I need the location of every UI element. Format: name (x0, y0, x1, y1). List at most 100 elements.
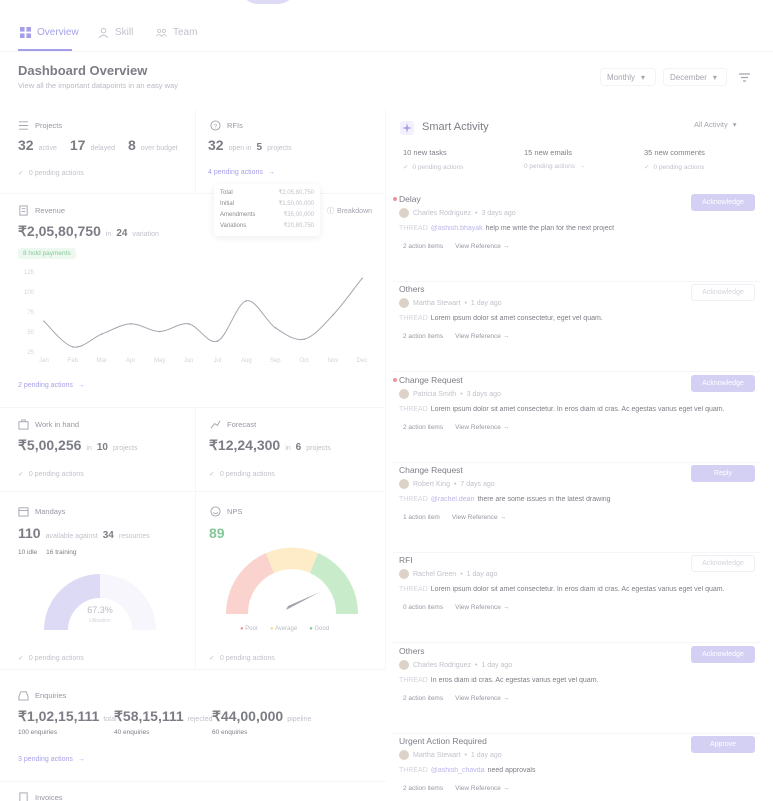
filter-button[interactable] (735, 68, 753, 86)
legend-poor: ● Poor (240, 626, 258, 632)
activity-action-button[interactable]: Acknowledge (691, 194, 755, 211)
tab-overview[interactable]: Overview (20, 24, 79, 40)
stat-new-comments: 35 new comments ✓ 0 pending actions (644, 148, 705, 178)
revenue-variation-count: 24 (116, 228, 128, 239)
dashboard-page: Overview Skill Team Dashboard Overview V… (0, 0, 773, 801)
action-items-count: 2 action items (403, 695, 444, 702)
mention[interactable]: @ashish_chavda (431, 767, 485, 774)
activity-action-button[interactable]: Approve (691, 736, 755, 753)
activity-action-button[interactable]: Acknowledge (691, 555, 755, 572)
revenue-stats: ₹2,05,80,750 in 24 variation (18, 223, 159, 240)
activity-action-button[interactable]: Acknowledge (691, 284, 755, 301)
view-reference-link[interactable]: View Reference → (455, 695, 509, 702)
revenue-data-point (332, 314, 334, 316)
activity-author: Charles Rodriguez • 1 day ago (399, 660, 512, 670)
check-icon: ✓ (18, 655, 24, 662)
activity-type: Change Request (399, 465, 463, 475)
author-name: Martha Stewart (413, 299, 461, 307)
wip-pending: ✓ 0 pending actions (18, 470, 84, 479)
thread-label: THREAD (399, 677, 428, 684)
thread-label: THREAD (399, 586, 428, 593)
revenue-value: ₹2,05,80,750 (18, 223, 101, 239)
legend-poor-label: Poor (245, 626, 258, 632)
avatar (399, 660, 409, 670)
revenue-data-point (43, 320, 45, 323)
view-reference-link[interactable]: View Reference → (455, 333, 509, 340)
stat-new-emails: 15 new emails 0 pending actions → (524, 148, 585, 178)
gauge-poor-segment (225, 553, 274, 614)
view-reference-text: View Reference (451, 514, 498, 521)
forecast-project-count: 6 (295, 442, 302, 453)
revenue-pending-link-text: 2 pending actions (18, 382, 73, 389)
tab-team[interactable]: Team (156, 24, 197, 40)
stat-pending-text: 0 pending actions (524, 163, 575, 170)
author-name: Charles Rodriguez (413, 661, 471, 669)
period-select[interactable]: Monthly ▾ (600, 68, 656, 86)
mention[interactable]: @rachel.dean (431, 496, 475, 503)
activity-thread: THREAD Lorem ipsum dolor sit amet consect… (399, 406, 753, 413)
view-reference-link[interactable]: View Reference → (455, 604, 509, 611)
projects-delayed-count: 17 (69, 137, 86, 153)
idle-tag: 10 idle (18, 549, 38, 556)
active-tab-indicator (18, 49, 72, 51)
check-icon: ✓ (209, 655, 215, 662)
view-reference-link[interactable]: View Reference → (455, 243, 509, 250)
activity-thread: THREAD In eros diam id cras. Ac egestas v… (399, 677, 753, 684)
activity-filter-select[interactable]: All Activity ▾ (694, 120, 737, 129)
month-select[interactable]: December ▾ (663, 68, 727, 86)
mandays-title: Mandays (35, 507, 66, 516)
author-name: Patricia Smith (413, 390, 457, 398)
action-items-count: 2 action items (403, 333, 444, 340)
enquiries-pending-link-text: 3 pending actions (18, 756, 73, 763)
activity-author: Rachel Green • 1 day ago (399, 569, 497, 579)
tab-skill[interactable]: Skill (98, 24, 133, 40)
tooltip-label: Amendments (220, 212, 256, 218)
separator-dot: • (474, 661, 478, 669)
view-reference-link[interactable]: View Reference → (455, 424, 509, 431)
projects-delayed-label: delayed (90, 145, 115, 152)
activity-thread: THREAD Lorem ipsum dolor sit amet consect… (399, 586, 753, 593)
unread-dot (393, 197, 397, 201)
view-reference-link[interactable]: View Reference → (452, 514, 506, 521)
mandays-stats: 110 available against 34 resources (18, 525, 150, 541)
author-name: Rachel Green (413, 570, 457, 578)
activity-action-button[interactable]: Reply (691, 465, 755, 482)
arrow-right-icon: → (502, 333, 510, 340)
rfis-open-label: open in (228, 145, 252, 152)
page-subtitle: View all the important datapoints in an … (18, 81, 178, 90)
tooltip-value: ₹2,05,80,750 (278, 190, 314, 196)
activity-action-button[interactable]: Acknowledge (691, 646, 755, 663)
wip-value: ₹5,00,256 (18, 437, 82, 453)
view-reference-link[interactable]: View Reference → (455, 785, 509, 792)
arrow-right-icon: → (502, 695, 510, 702)
arrow-right-icon: → (502, 604, 510, 611)
activity-item: Others Martha Stewart • 1 day ago THREAD Lore… (393, 284, 761, 372)
team-icon (156, 28, 167, 37)
stat-new-tasks: 10 new tasks ✓ 0 pending actions (403, 148, 463, 178)
activity-time: 1 day ago (481, 661, 513, 669)
action-items-count: 2 action items (403, 424, 444, 431)
thread-text: help me write the plan for the next proj… (485, 225, 615, 232)
utilisation-percent: 67.3% (87, 605, 113, 615)
y-tick-label: 50 (27, 330, 34, 336)
breakdown-toggle[interactable]: ⓘ Breakdown (327, 206, 372, 216)
avatar (399, 389, 409, 399)
activity-action-button[interactable]: Acknowledge (691, 375, 755, 392)
activity-author: Patricia Smith • 3 days ago (399, 389, 501, 399)
rfis-pending-link[interactable]: 4 pending actions → (208, 169, 275, 176)
mention[interactable]: @ashish.bhayak (431, 225, 483, 232)
revenue-pending-link[interactable]: 2 pending actions → (18, 382, 85, 389)
hold-payments-badge: 8 hold payments (18, 248, 76, 259)
thread-text: Lorem ipsum dolor sit amet consectetur. … (430, 586, 725, 593)
projects-active-label: active (38, 145, 57, 152)
forecast-title: Forecast (227, 420, 257, 429)
invoices-header: Invoices (18, 792, 63, 801)
nps-pending: ✓ 0 pending actions (209, 654, 275, 663)
activity-meta: 0 action items View Reference → (403, 604, 509, 611)
revenue-data-point (72, 346, 74, 348)
nps-value: 89 (209, 525, 225, 541)
enquiries-pending-link[interactable]: 3 pending actions → (18, 756, 85, 763)
projects-stats: 32 active 17 delayed 8 over budget (18, 137, 178, 153)
x-tick-label: Jan (39, 358, 49, 364)
activity-type: Urgent Action Required (399, 736, 487, 746)
